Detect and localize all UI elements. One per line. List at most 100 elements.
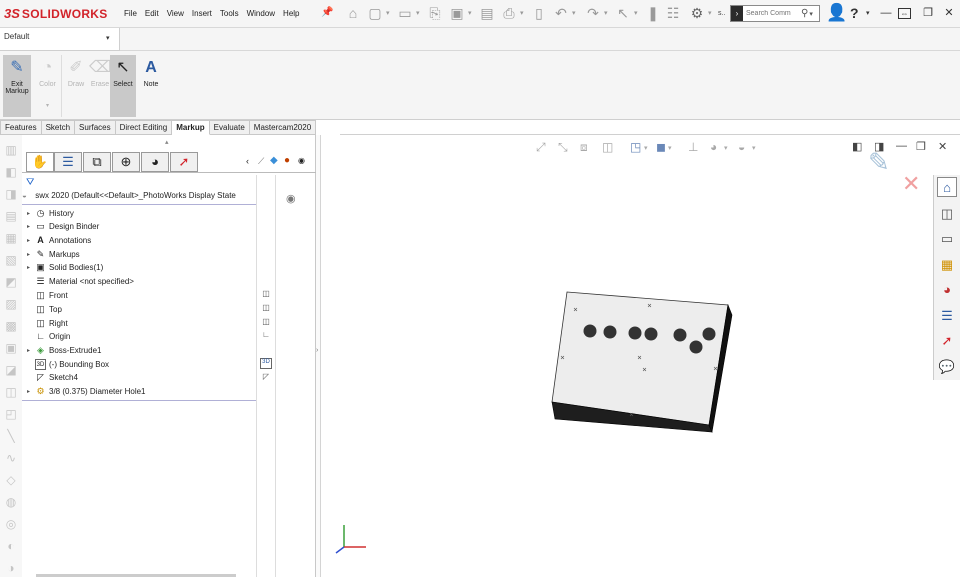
hole-7[interactable] [689, 340, 703, 354]
property-manager-tab[interactable]: ☰ [54, 152, 82, 172]
mastercam-pane-icon[interactable]: ➚ [937, 330, 957, 350]
save-all-icon[interactable]: ▤ [478, 4, 496, 22]
new-document-icon[interactable]: ▢ [366, 4, 384, 22]
note-button[interactable]: A Note [137, 55, 165, 117]
expand-icon[interactable]: ▸ [27, 237, 35, 244]
measure-shortcut-icon[interactable]: ◍ [3, 495, 19, 509]
viewport-restore-icon[interactable]: ❐ [916, 140, 926, 153]
tree-item-material[interactable]: ☰ Material <not specified> [22, 275, 256, 288]
rollback-bar[interactable] [22, 400, 256, 401]
part-top-face[interactable] [551, 291, 729, 426]
exit-markup-button[interactable]: ✎ Exit Markup [3, 55, 31, 117]
graphics-area[interactable]: ⤢ ⤡ ⧈ ◫ ◳ ▾ ◼ ▾ ⊥ ◕ ▾ ◒ ▾ ◧ ◨ — ❐ ✕ ✎ ✕ [322, 135, 960, 577]
search-dropdown-icon[interactable]: ▾ [809, 10, 813, 18]
tree-item-front-plane[interactable]: ◫ Front [22, 289, 256, 302]
user-account-icon[interactable]: 👤 [826, 3, 847, 23]
tabs-scroll-right-icon[interactable]: ◉ [298, 156, 305, 165]
panel-grip-icon[interactable]: ▴ [165, 138, 169, 146]
view-palette-icon[interactable]: ▦ [937, 254, 957, 274]
tree-item-markups[interactable]: ▸ ✎ Markups [22, 248, 256, 261]
redo-dropdown-icon[interactable]: ▾ [604, 9, 608, 17]
tab-direct-editing[interactable]: Direct Editing [115, 120, 173, 135]
minimize-window-icon[interactable]: — [878, 5, 894, 21]
tree-item-design-binder[interactable]: ▸ ▭ Design Binder [22, 220, 256, 233]
tabs-scroll-left-icon[interactable]: ‹ [246, 156, 249, 166]
display-manager-tab[interactable]: ◕ [141, 152, 169, 172]
display-state-icon[interactable]: ◉ [286, 192, 296, 205]
tree-item-annotations[interactable]: ▸ A Annotations [22, 234, 256, 247]
pin-menu-icon[interactable]: 📌 [321, 7, 333, 18]
menu-tools[interactable]: Tools [220, 9, 239, 18]
scene-dropdown-icon[interactable]: ▾ [752, 144, 756, 152]
part-model[interactable] [547, 285, 747, 435]
open-dropdown-icon[interactable]: ▾ [416, 9, 420, 17]
section-shortcut-icon[interactable]: ◐ [3, 539, 19, 553]
print-icon[interactable]: ⎙ [500, 4, 518, 22]
filter-icon[interactable]: ⛛ [26, 177, 34, 188]
section-view-icon[interactable]: ◫ [602, 140, 613, 154]
forum-icon[interactable]: 💬 [937, 356, 957, 376]
select-cursor-icon[interactable]: ↖ [614, 4, 632, 22]
menu-help[interactable]: Help [283, 9, 299, 18]
tree-item-right-plane[interactable]: ◫ Right [22, 317, 256, 330]
reference-shortcut-icon[interactable]: ◇ [3, 473, 19, 487]
panel-splitter[interactable]: › [316, 135, 321, 577]
hole-6[interactable] [702, 327, 716, 341]
select-button[interactable]: ↖ Select [110, 55, 136, 117]
tree-item-boss-extrude1[interactable]: ▸ ◈ Boss-Extrude1 [22, 344, 256, 357]
search-icon[interactable]: ⚲ [801, 8, 808, 19]
tree-item-top-plane[interactable]: ◫ Top [22, 303, 256, 316]
configuration-dropdown[interactable]: Default ▾ [0, 28, 120, 51]
apply-scene-icon[interactable]: ◒ [738, 140, 745, 154]
viewport-dock-left-icon[interactable]: ◧ [852, 140, 862, 153]
loft-shortcut-icon[interactable]: ▤ [3, 209, 19, 223]
expand-icon[interactable]: ▸ [27, 388, 35, 395]
menu-window[interactable]: Window [247, 9, 275, 18]
shell-shortcut-icon[interactable]: ▣ [3, 341, 19, 355]
line-shortcut-icon[interactable]: ╲ [3, 429, 19, 443]
viewport-minimize-icon[interactable]: — [896, 140, 907, 152]
hole-5[interactable] [673, 328, 687, 342]
fillet-shortcut-icon[interactable]: ◩ [3, 275, 19, 289]
top-plane-status-icon[interactable]: ◫ [260, 303, 272, 314]
tab-mastercam2020[interactable]: Mastercam2020 [249, 120, 317, 135]
expand-icon[interactable]: ▸ [27, 223, 35, 230]
appearances-scenes-icon[interactable]: ◕ [937, 279, 957, 299]
save-icon[interactable]: ▣ [448, 4, 466, 22]
wrap-shortcut-icon[interactable]: ◰ [3, 407, 19, 421]
undo-dropdown-icon[interactable]: ▾ [572, 9, 576, 17]
right-plane-status-icon[interactable]: ◫ [260, 317, 272, 328]
previous-view-icon[interactable]: ⧈ [580, 140, 588, 155]
file-explorer-icon[interactable]: ▭ [937, 228, 957, 248]
open-recent-icon[interactable]: ⎘ [426, 4, 444, 22]
zoom-to-area-icon[interactable]: ⤡ [558, 140, 568, 155]
appearance-shortcut-icon[interactable]: ◑ [3, 561, 19, 575]
tree-root-part[interactable]: ◒ swx 2020 (Default<<Default>_PhotoWorks… [22, 191, 256, 205]
revolve-shortcut-icon[interactable]: ◧ [3, 165, 19, 179]
viewport-close-icon[interactable]: ✕ [938, 140, 947, 153]
open-folder-icon[interactable]: ▭ [396, 4, 414, 22]
mastercam-tab[interactable]: ➚ [170, 152, 198, 172]
print-preview-icon[interactable]: ▯ [530, 4, 548, 22]
options-dropdown-icon[interactable]: ▾ [708, 9, 712, 17]
tree-item-bounding-box[interactable]: 3D (-) Bounding Box [22, 358, 256, 371]
confirm-ok-icon[interactable]: ✎ [868, 147, 890, 178]
expand-icon[interactable]: ▸ [27, 264, 35, 271]
solidworks-resources-icon[interactable]: ⌂ [937, 177, 957, 197]
print-dropdown-icon[interactable]: ▾ [520, 9, 524, 17]
save-dropdown-icon[interactable]: ▾ [468, 9, 472, 17]
view-orientation-dropdown-icon[interactable]: ▾ [644, 144, 648, 152]
tab-features[interactable]: Features [0, 120, 42, 135]
expand-icon[interactable]: ▸ [27, 210, 35, 217]
hide-show-items-icon[interactable]: ⊥ [688, 140, 698, 154]
maximize-window-icon[interactable]: ❐ [920, 5, 936, 21]
search-input[interactable] [743, 10, 801, 17]
new-dropdown-icon[interactable]: ▾ [386, 9, 390, 17]
tree-item-sketch4[interactable]: ◸ Sketch4 [22, 371, 256, 384]
appearance-dropdown-icon[interactable]: ▾ [724, 144, 728, 152]
search-box[interactable]: › ⚲ ▾ [730, 5, 820, 22]
tabs-extra-1-icon[interactable]: ⟋ [258, 156, 264, 167]
tabs-extra-2-icon[interactable]: ◆ [270, 155, 278, 166]
color-button[interactable]: ◔ Color ▾ [34, 55, 62, 117]
tab-sketch[interactable]: Sketch [41, 120, 76, 135]
